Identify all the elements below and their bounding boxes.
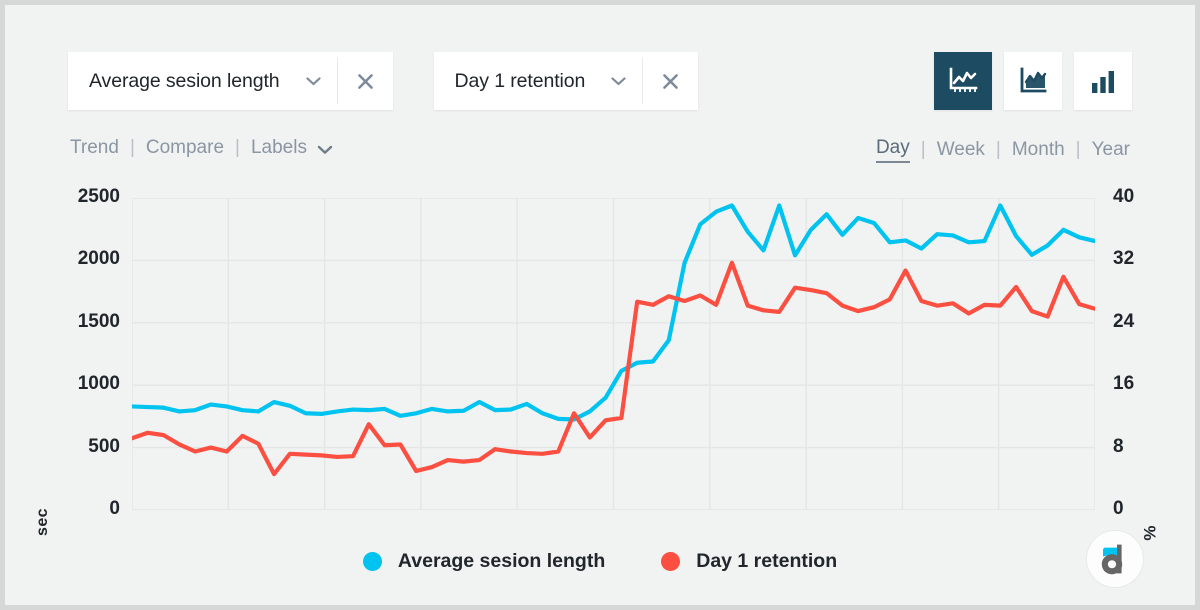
- metric-selector-toolbar: Average sesion length Day 1 retention: [68, 52, 739, 110]
- period-selector: Day | Week | Month | Year: [876, 137, 1130, 163]
- subnav-separator: |: [235, 137, 240, 159]
- chart-area: sec % 0 500 1000 1500 2000 2500 0 8 16 24 32 40: [5, 183, 1195, 543]
- metric-dropdown-0[interactable]: Average sesion length: [68, 52, 337, 110]
- series-plot: [132, 198, 1095, 510]
- metric-selector-1: Day 1 retention: [434, 52, 699, 110]
- legend-label-0: Average sesion length: [398, 550, 605, 573]
- period-month[interactable]: Month: [1012, 139, 1065, 161]
- y-tick-left-1500: 1500: [58, 311, 120, 333]
- y-tick-right-40: 40: [1113, 186, 1163, 208]
- close-icon: [357, 73, 374, 90]
- chart-legend: Average sesion length Day 1 retention: [5, 550, 1195, 573]
- area-chart-icon: [1019, 67, 1047, 95]
- y-tick-right-32: 32: [1113, 248, 1163, 270]
- chevron-down-icon: [306, 77, 321, 86]
- period-year[interactable]: Year: [1092, 139, 1130, 161]
- bar-chart-icon: [1089, 68, 1117, 94]
- period-separator: |: [996, 139, 1001, 161]
- chart-type-switcher: [934, 52, 1132, 110]
- y-tick-left-500: 500: [58, 436, 120, 458]
- remove-metric-button-0[interactable]: [338, 52, 393, 110]
- y-tick-right-16: 16: [1113, 373, 1163, 395]
- period-day[interactable]: Day: [876, 137, 910, 163]
- remove-metric-button-1[interactable]: [643, 52, 698, 110]
- metric-label-0: Average sesion length: [89, 70, 280, 93]
- brand-logo-icon: [1100, 543, 1130, 575]
- subnav-item-trend[interactable]: Trend: [70, 137, 119, 159]
- legend-label-1: Day 1 retention: [696, 550, 837, 573]
- period-separator: |: [921, 139, 926, 161]
- subnav-item-labels[interactable]: Labels: [251, 137, 307, 159]
- legend-color-swatch: [661, 552, 680, 571]
- y-tick-right-24: 24: [1113, 311, 1163, 333]
- chevron-down-icon: [611, 77, 626, 86]
- y-tick-right-0: 0: [1113, 498, 1163, 520]
- metric-dropdown-1[interactable]: Day 1 retention: [434, 52, 643, 110]
- line-chart-icon: [948, 67, 978, 95]
- metric-label-1: Day 1 retention: [455, 70, 586, 93]
- analytics-chart-card: Average sesion length Day 1 retention: [0, 0, 1200, 610]
- subnav: Trend | Compare | Labels: [70, 137, 333, 159]
- subnav-item-compare[interactable]: Compare: [146, 137, 224, 159]
- subnav-separator: |: [130, 137, 135, 159]
- y-tick-left-0: 0: [58, 498, 120, 520]
- y-axis-right-title: %: [1141, 525, 1161, 540]
- close-icon: [662, 73, 679, 90]
- legend-item-0[interactable]: Average sesion length: [363, 550, 605, 573]
- metric-selector-0: Average sesion length: [68, 52, 393, 110]
- y-tick-left-2500: 2500: [58, 186, 120, 208]
- period-week[interactable]: Week: [937, 139, 985, 161]
- chart-type-bar-button[interactable]: [1074, 52, 1132, 110]
- chart-type-line-button[interactable]: [934, 52, 992, 110]
- y-tick-left-2000: 2000: [58, 248, 120, 270]
- brand-logo-badge: [1086, 530, 1144, 588]
- y-tick-right-8: 8: [1113, 436, 1163, 458]
- y-tick-left-1000: 1000: [58, 373, 120, 395]
- period-separator: |: [1076, 139, 1081, 161]
- chevron-down-icon[interactable]: [317, 145, 333, 155]
- plot-canvas: [132, 198, 1095, 510]
- legend-item-1[interactable]: Day 1 retention: [661, 550, 837, 573]
- legend-color-swatch: [363, 552, 382, 571]
- y-axis-left-title: sec: [34, 508, 52, 536]
- chart-type-area-button[interactable]: [1004, 52, 1062, 110]
